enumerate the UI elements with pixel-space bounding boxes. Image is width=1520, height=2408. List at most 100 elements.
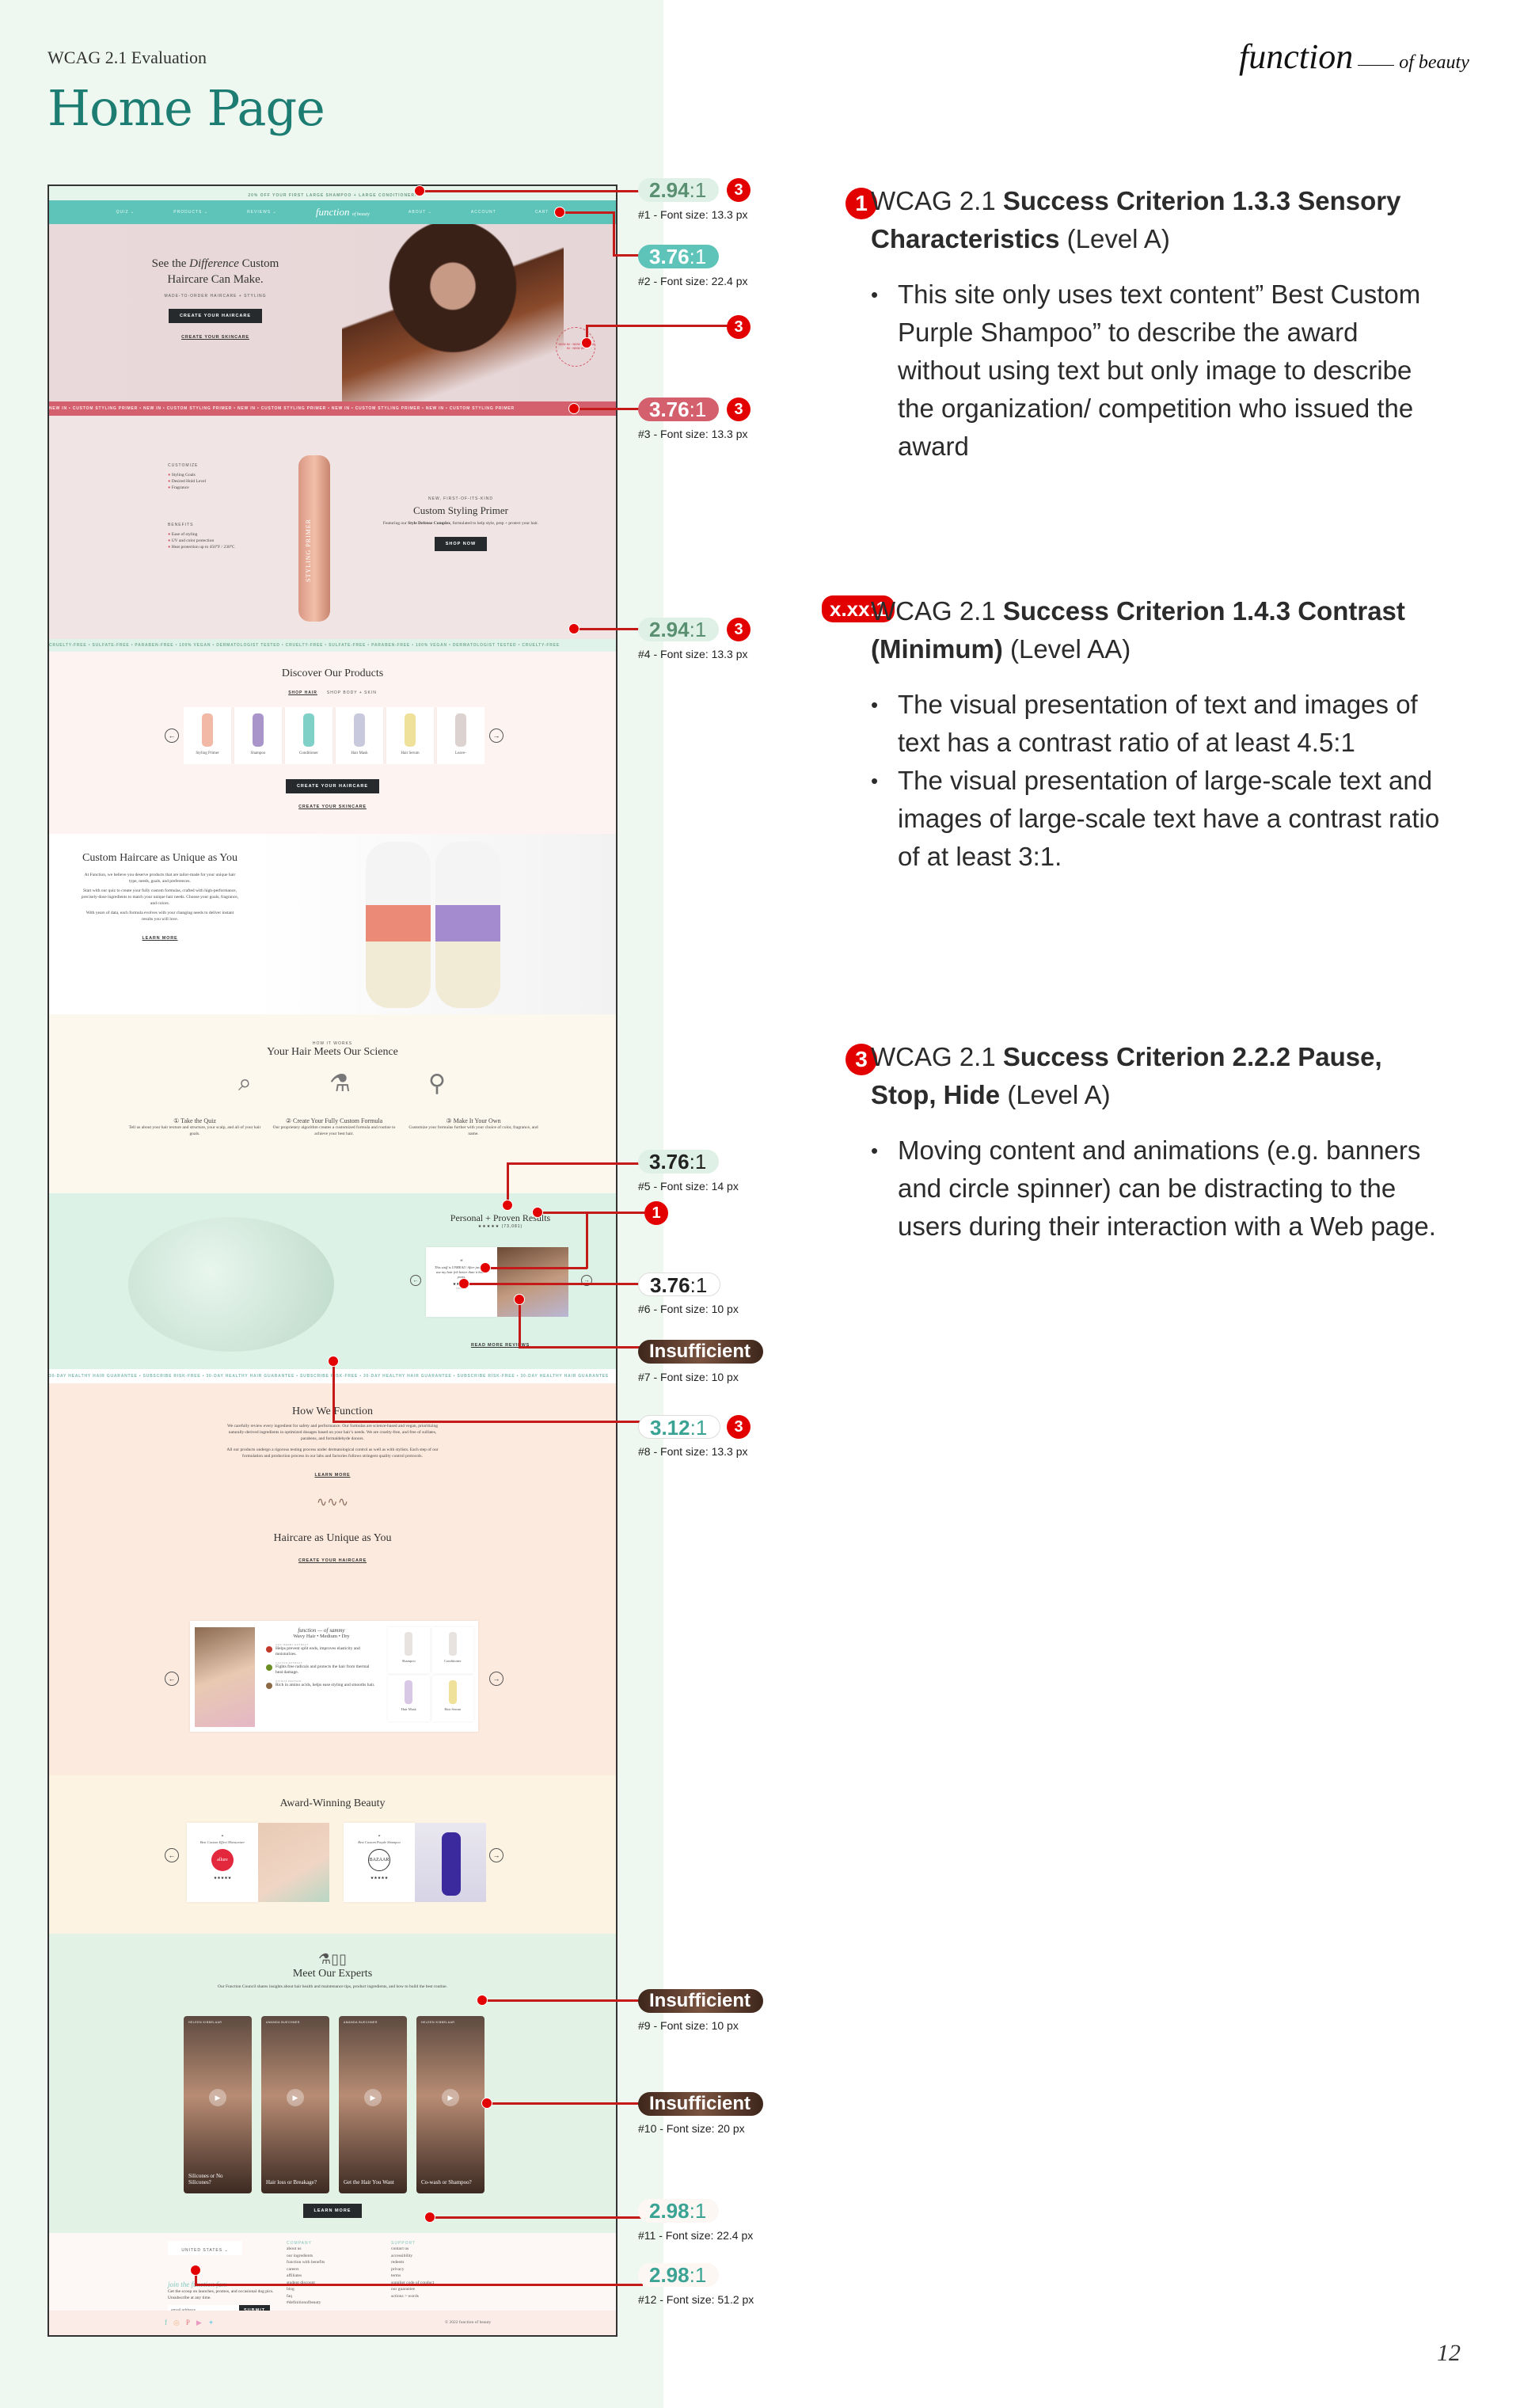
footer-link[interactable]: contact us	[391, 2246, 470, 2253]
shop-now-button[interactable]: SHOP NOW	[434, 537, 488, 551]
expert-video-card[interactable]: HELEEN KIBBELAAR ▶ Silicones or No Silicon…	[184, 2016, 252, 2193]
product-name: Shampoo	[401, 1659, 416, 1663]
footer-link[interactable]: actions > words	[391, 2293, 470, 2300]
criterion-reference-badge: 3	[727, 315, 750, 339]
product-image	[202, 713, 213, 747]
expert-video-card[interactable]: AMANDA BUECHNER ▶ Get the Hair You Want	[339, 2016, 407, 2193]
nav-logo[interactable]: function of beauty	[316, 206, 370, 219]
play-icon[interactable]: ▶	[442, 2089, 459, 2106]
hero-headline: See the Difference Custom Haircare Can M…	[151, 257, 279, 286]
experts-learn-more-button[interactable]: LEARN MORE	[302, 2204, 363, 2218]
footer-link[interactable]: faq	[287, 2293, 366, 2300]
discover-title: Discover Our Products	[281, 668, 384, 679]
footer-link[interactable]: privacy	[391, 2266, 470, 2273]
carousel-next-arrow[interactable]: →	[489, 728, 504, 743]
font-size-note: #1 - Font size: 13.3 px	[638, 208, 748, 221]
quote-mark: “	[378, 1834, 381, 1840]
how-we-function-section: How We Function We carefully review ever…	[49, 1383, 616, 1775]
footer-link[interactable]: #definitionofbeauty	[287, 2300, 366, 2307]
instagram-icon[interactable]: ◎	[173, 2319, 180, 2327]
footer-link[interactable]: redeem	[391, 2259, 470, 2266]
formula-product[interactable]: Shampoo	[388, 1627, 430, 1673]
product-image	[253, 713, 264, 747]
promo-bar-text[interactable]: 20% OFF YOUR FIRST LARGE SHAMPOO + LARGE…	[248, 193, 416, 198]
allure-logo: allure	[211, 1849, 234, 1871]
haircare-next-arrow[interactable]: →	[489, 1672, 504, 1686]
expert-video-card[interactable]: AMANDA BUECHNER ▶ Hair loss or Breakage?	[261, 2016, 329, 2193]
discover-create-skincare-link[interactable]: CREATE YOUR SKINCARE	[298, 805, 367, 809]
product-card[interactable]: Leave-	[437, 707, 484, 764]
page-number: 12	[1437, 2340, 1461, 2366]
haircare-prev-arrow[interactable]: ←	[165, 1672, 179, 1686]
footer-link[interactable]: about us	[287, 2246, 366, 2253]
expert-name: HELEEN KIBBELAAR	[421, 2021, 455, 2024]
footer-link[interactable]: accessibility	[391, 2253, 470, 2260]
footer-link[interactable]: function with benefits	[287, 2259, 366, 2266]
how-we-function-learn-more[interactable]: LEARN MORE	[315, 1473, 351, 1478]
footer-link[interactable]: blog	[287, 2286, 366, 2293]
twitter-icon[interactable]: ✦	[208, 2319, 215, 2327]
purple-shampoo-bottle	[442, 1832, 461, 1896]
hero-section: See the Difference Custom Haircare Can M…	[49, 224, 616, 401]
play-icon[interactable]: ▶	[209, 2089, 226, 2106]
haircare-unique-create-link[interactable]: CREATE YOUR HAIRCARE	[298, 1558, 367, 1563]
hero-create-skincare-link[interactable]: CREATE YOUR SKINCARE	[181, 335, 249, 340]
footer-bottom-bar: f ◎ P ▶ ✦ © 2022 function of beauty	[49, 2311, 616, 2335]
play-icon[interactable]: ▶	[287, 2089, 304, 2106]
product-card[interactable]: Hair Mask	[336, 707, 383, 764]
formula-product[interactable]: Conditioner	[431, 1627, 473, 1673]
facebook-icon[interactable]: f	[165, 2319, 167, 2327]
play-icon[interactable]: ▶	[364, 2089, 382, 2106]
awards-next-arrow[interactable]: →	[489, 1848, 504, 1862]
discover-create-haircare-button[interactable]: CREATE YOUR HAIRCARE	[285, 779, 380, 793]
nav-account[interactable]: ACCOUNT	[471, 210, 496, 215]
pinterest-icon[interactable]: P	[186, 2319, 190, 2327]
how-we-function-paragraph: All our products undergo a rigorous test…	[226, 1447, 439, 1459]
hero-create-haircare-button[interactable]: CREATE YOUR HAIRCARE	[168, 309, 263, 323]
tab-shop-hair[interactable]: SHOP HAIR	[288, 690, 317, 695]
brand-logo-main: function	[1239, 37, 1354, 76]
magnifier-icon: ⌕	[238, 1070, 252, 1096]
product-card[interactable]: Conditioner	[285, 707, 332, 764]
unique-learn-more-link[interactable]: LEARN MORE	[142, 936, 178, 941]
product-card[interactable]: Styling Primer	[184, 707, 231, 764]
nav-about[interactable]: ABOUT ⌄	[408, 210, 432, 215]
how-illustrations: ⌕ ⚗ ⚲	[200, 1070, 484, 1113]
nav-cart[interactable]: CART	[535, 210, 549, 215]
nav-reviews[interactable]: REVIEWS ⌄	[247, 210, 277, 215]
formula-product[interactable]: Hair Serum	[431, 1676, 473, 1721]
contrast-ratio-pill: Insufficient	[638, 1989, 764, 2013]
expert-video-card[interactable]: HELEEN KIBBELAAR ▶ Co-wash or Shampoo?	[416, 2016, 484, 2193]
footer-link[interactable]: careers	[287, 2266, 366, 2273]
country-selector[interactable]: UNITED STATES ⌄	[181, 2248, 228, 2253]
award-stars: ★★★★★	[370, 1877, 389, 1881]
reviews-prev-arrow[interactable]: ←	[410, 1275, 421, 1286]
product-name: Hair Mask	[401, 1707, 416, 1711]
unique-paragraph: At Function, we believe you deserve prod…	[84, 873, 236, 884]
font-size-note: #3 - Font size: 13.3 px	[638, 428, 748, 440]
lab-flask-icon: ⚗	[329, 1071, 351, 1097]
contrast-ratio-pill: 3.76:1	[638, 1150, 720, 1174]
callout-line	[420, 190, 643, 192]
footer-link[interactable]: our guarantee	[391, 2286, 470, 2293]
callout-line	[507, 1162, 643, 1165]
formula-product[interactable]: Hair Mask	[388, 1676, 430, 1721]
footer-link[interactable]: terms	[391, 2273, 470, 2280]
font-size-note: #12 - Font size: 51.2 px	[638, 2293, 754, 2306]
footer-link[interactable]: our ingredients	[287, 2253, 366, 2260]
awards-prev-arrow[interactable]: ←	[165, 1848, 179, 1862]
product-card[interactable]: Hair Serum	[386, 707, 434, 764]
expert-name: AMANDA BUECHNER	[344, 2021, 378, 2024]
nav-products[interactable]: PRODUCTS ⌄	[173, 210, 208, 215]
contrast-ratio-pill: 3.76:1	[638, 398, 720, 421]
nav-quiz[interactable]: QUIZ ⌄	[116, 210, 135, 215]
carousel-prev-arrow[interactable]: ←	[165, 728, 179, 743]
criterion-bullet: The visual presentation of large-scale t…	[871, 762, 1441, 876]
tab-shop-body-skin[interactable]: SHOP BODY + SKIN	[327, 690, 377, 695]
youtube-icon[interactable]: ▶	[196, 2319, 202, 2327]
how-steps: ① Take the Quiz Tell us about your hair t…	[128, 1117, 540, 1137]
product-card[interactable]: Shampoo	[234, 707, 282, 764]
formula-card: function — of sammy Wavy Hair • Medium •…	[190, 1621, 478, 1732]
footer-link[interactable]: affiliates	[287, 2273, 366, 2280]
callout-dot	[328, 1356, 339, 1367]
